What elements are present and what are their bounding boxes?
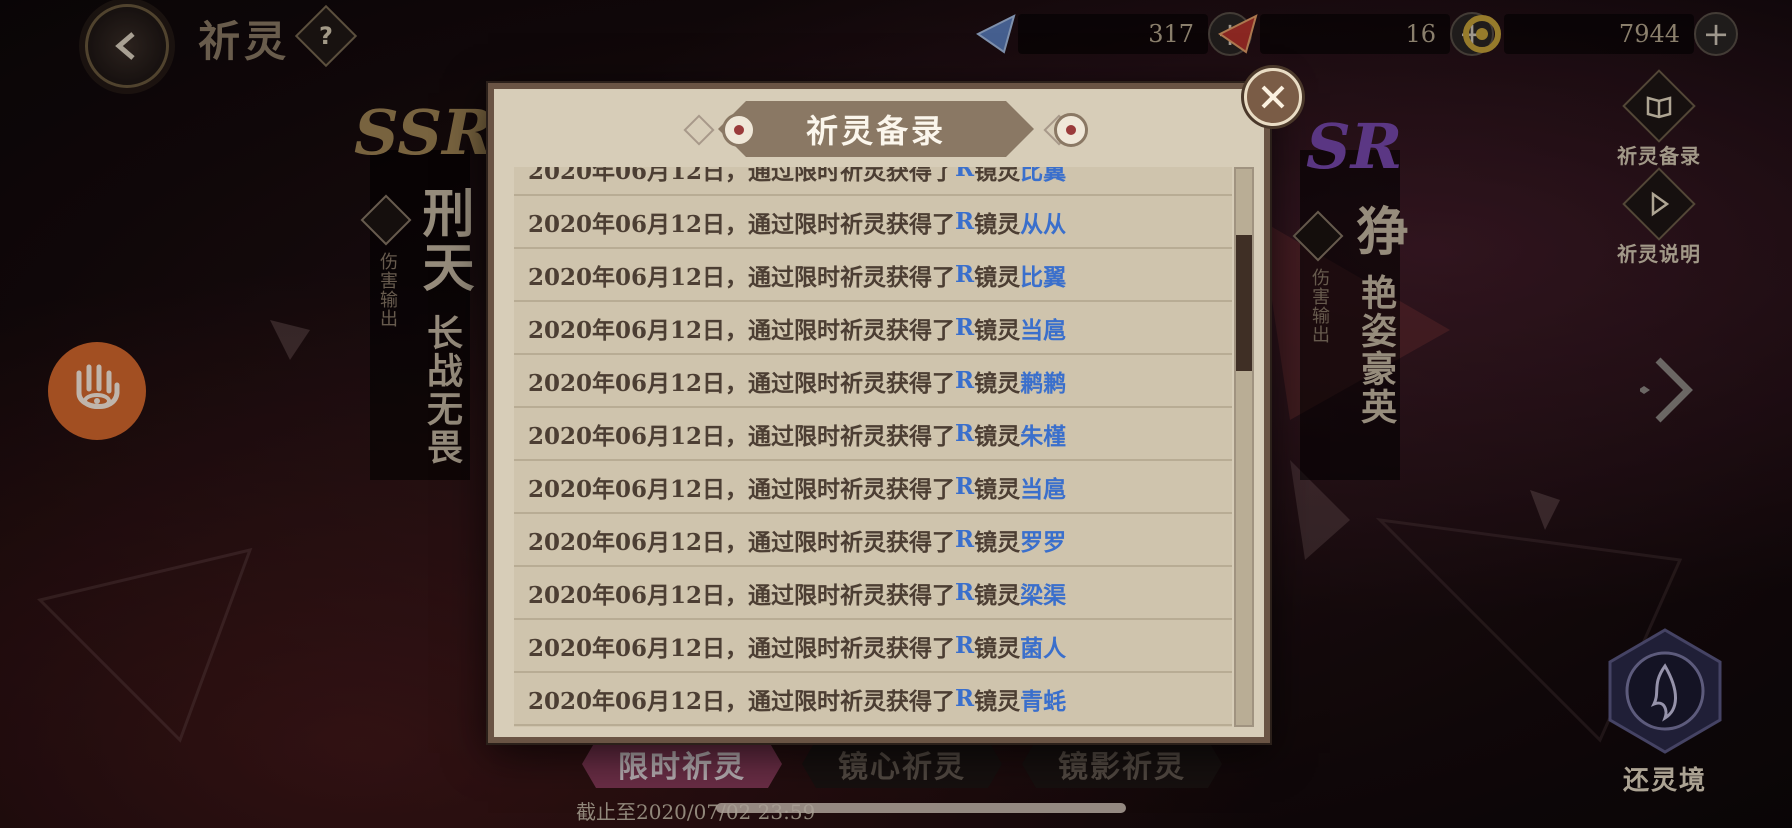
record-text: 2020年06月12日，通过限时祈灵获得了	[528, 263, 956, 291]
record-kind: 镜灵	[974, 369, 1021, 397]
record-kind: 镜灵	[974, 316, 1021, 344]
record-rarity: R	[955, 420, 975, 447]
record-rarity: R	[955, 261, 975, 288]
record-spirit-name: 比翼	[1020, 263, 1067, 291]
header-ornament	[683, 114, 715, 146]
record-text: 2020年06月12日，通过限时祈灵获得了	[528, 369, 956, 397]
record-rarity: R	[955, 526, 975, 553]
records-dialog: 祈灵备录 2020年06月12日，通过限时祈灵获得了 R 镜灵 比翼 2020年06月1…	[488, 83, 1270, 743]
record-text: 2020年06月12日，通过限时祈灵获得了	[528, 316, 956, 344]
record-kind: 镜灵	[974, 422, 1021, 450]
record-row: 2020年06月12日，通过限时祈灵获得了 R 镜灵 当扈	[514, 302, 1232, 355]
record-spirit-name: 梁渠	[1020, 581, 1067, 609]
record-spirit-name: 青蚝	[1020, 687, 1067, 715]
record-kind: 镜灵	[974, 528, 1021, 556]
record-text: 2020年06月12日，通过限时祈灵获得了	[528, 167, 956, 185]
record-rarity: R	[955, 208, 975, 235]
record-row: 2020年06月12日，通过限时祈灵获得了 R 镜灵 青蚝	[514, 673, 1232, 726]
close-icon	[1261, 85, 1285, 109]
records-scrollbar[interactable]	[1234, 167, 1254, 727]
record-rarity: R	[955, 685, 975, 712]
record-text: 2020年06月12日，通过限时祈灵获得了	[528, 422, 956, 450]
record-row: 2020年06月12日，通过限时祈灵获得了 R 镜灵 菌人	[514, 620, 1232, 673]
close-dialog-button[interactable]	[1244, 68, 1302, 126]
record-spirit-name: 当扈	[1020, 475, 1067, 503]
record-text: 2020年06月12日，通过限时祈灵获得了	[528, 634, 956, 662]
eye-ornament-icon	[1054, 113, 1088, 147]
record-kind: 镜灵	[974, 263, 1021, 291]
record-kind: 镜灵	[974, 634, 1021, 662]
dialog-title: 祈灵备录	[805, 112, 946, 150]
record-kind: 镜灵	[974, 210, 1021, 238]
records-list[interactable]: 2020年06月12日，通过限时祈灵获得了 R 镜灵 比翼 2020年06月12日，通过…	[514, 167, 1232, 727]
record-spirit-name: 罗罗	[1020, 528, 1067, 556]
record-text: 2020年06月12日，通过限时祈灵获得了	[528, 475, 956, 503]
record-text: 2020年06月12日，通过限时祈灵获得了	[528, 687, 956, 715]
record-row: 2020年06月12日，通过限时祈灵获得了 R 镜灵 比翼	[514, 249, 1232, 302]
record-row: 2020年06月12日，通过限时祈灵获得了 R 镜灵 罗罗	[514, 514, 1232, 567]
record-spirit-name: 从从	[1020, 210, 1067, 238]
dialog-header: 祈灵备录	[718, 101, 1034, 157]
record-spirit-name: 菌人	[1020, 634, 1067, 662]
record-row: 2020年06月12日，通过限时祈灵获得了 R 镜灵 鹣鹣	[514, 355, 1232, 408]
record-kind: 镜灵	[974, 581, 1021, 609]
home-indicator[interactable]	[716, 803, 1126, 813]
record-row: 2020年06月12日，通过限时祈灵获得了 R 镜灵 当扈	[514, 461, 1232, 514]
record-spirit-name: 当扈	[1020, 316, 1067, 344]
record-kind: 镜灵	[974, 475, 1021, 503]
scrollbar-thumb[interactable]	[1236, 235, 1252, 371]
eye-ornament-icon	[722, 113, 756, 147]
record-row: 2020年06月12日，通过限时祈灵获得了 R 镜灵 朱槿	[514, 408, 1232, 461]
record-row: 2020年06月12日，通过限时祈灵获得了 R 镜灵 从从	[514, 196, 1232, 249]
record-text: 2020年06月12日，通过限时祈灵获得了	[528, 581, 956, 609]
record-rarity: R	[955, 167, 975, 182]
record-rarity: R	[955, 367, 975, 394]
record-text: 2020年06月12日，通过限时祈灵获得了	[528, 528, 956, 556]
record-kind: 镜灵	[974, 167, 1021, 185]
record-row: 2020年06月12日，通过限时祈灵获得了 R 镜灵 梁渠	[514, 567, 1232, 620]
record-spirit-name: 比翼	[1020, 167, 1067, 185]
record-rarity: R	[955, 632, 975, 659]
record-text: 2020年06月12日，通过限时祈灵获得了	[528, 210, 956, 238]
record-rarity: R	[955, 314, 975, 341]
record-spirit-name: 朱槿	[1020, 422, 1067, 450]
record-kind: 镜灵	[974, 687, 1021, 715]
record-row: 2020年06月12日，通过限时祈灵获得了 R 镜灵 比翼	[514, 167, 1232, 196]
record-rarity: R	[955, 473, 975, 500]
record-rarity: R	[955, 579, 975, 606]
record-spirit-name: 鹣鹣	[1020, 369, 1067, 397]
